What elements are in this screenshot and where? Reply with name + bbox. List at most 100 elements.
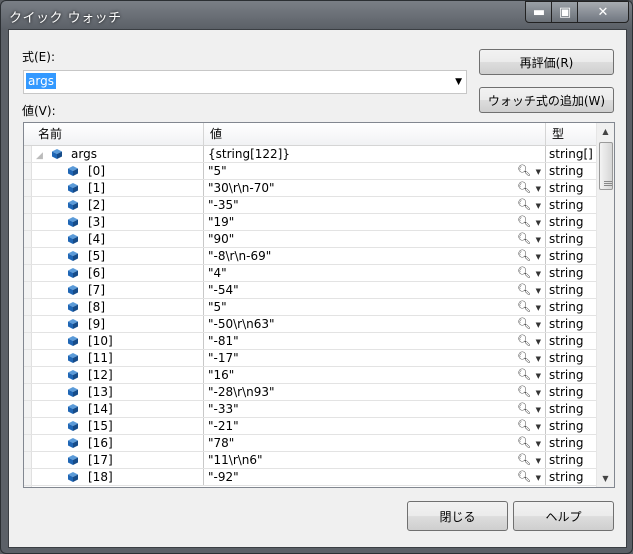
table-row[interactable]: [14] "-33" 🔍︎ ▼ string [24, 401, 596, 418]
magnifier-icon[interactable]: 🔍︎ [517, 401, 531, 417]
value-cell[interactable]: "11\r\n6" 🔍︎ ▼ [204, 452, 546, 468]
expression-combobox[interactable]: args ▼ [23, 70, 467, 94]
table-row[interactable]: [15] "-21" 🔍︎ ▼ string [24, 418, 596, 435]
chevron-down-icon[interactable]: ▼ [536, 351, 541, 366]
vertical-scrollbar[interactable]: ▲ ▼ [596, 123, 614, 487]
magnifier-icon[interactable]: 🔍︎ [517, 282, 531, 298]
chevron-down-icon[interactable]: ▼ [536, 453, 541, 468]
value-cell[interactable]: "78" 🔍︎ ▼ [204, 435, 546, 451]
value-cell[interactable]: "-35" 🔍︎ ▼ [204, 197, 546, 213]
table-row[interactable]: [3] "19" 🔍︎ ▼ string [24, 214, 596, 231]
root-value-cell[interactable]: {string[122]} [204, 146, 546, 162]
table-row[interactable]: [10] "-81" 🔍︎ ▼ string [24, 333, 596, 350]
table-row[interactable]: [12] "16" 🔍︎ ▼ string [24, 367, 596, 384]
chevron-down-icon[interactable]: ▼ [536, 266, 541, 281]
expression-value[interactable]: args [26, 73, 56, 89]
chevron-down-icon[interactable]: ▼ [455, 77, 462, 87]
table-row[interactable]: [7] "-54" 🔍︎ ▼ string [24, 282, 596, 299]
title-bar[interactable]: クイック ウォッチ ▬ ▣ ✕ [1, 1, 632, 29]
value-cell[interactable]: "5" 🔍︎ ▼ [204, 299, 546, 315]
chevron-down-icon[interactable]: ▼ [536, 181, 541, 196]
magnifier-icon[interactable]: 🔍︎ [517, 248, 531, 264]
value-cell[interactable]: "16" 🔍︎ ▼ [204, 367, 546, 383]
table-row[interactable]: [6] "4" 🔍︎ ▼ string [24, 265, 596, 282]
column-header-name[interactable]: 名前 [24, 123, 204, 145]
scroll-down-icon[interactable]: ▼ [597, 470, 614, 487]
chevron-down-icon[interactable]: ▼ [536, 368, 541, 383]
table-row[interactable]: [0] "5" 🔍︎ ▼ string [24, 163, 596, 180]
magnifier-icon[interactable]: 🔍︎ [517, 350, 531, 366]
value-cell[interactable]: "-17" 🔍︎ ▼ [204, 350, 546, 366]
chevron-down-icon[interactable]: ▼ [536, 334, 541, 349]
chevron-down-icon[interactable]: ▼ [536, 402, 541, 417]
chevron-down-icon[interactable]: ▼ [536, 419, 541, 434]
table-row[interactable]: [18] "-92" 🔍︎ ▼ string [24, 469, 596, 486]
value-cell[interactable]: "-33" 🔍︎ ▼ [204, 401, 546, 417]
value-cell[interactable]: "-54" 🔍︎ ▼ [204, 282, 546, 298]
column-header-type[interactable]: 型 [546, 123, 596, 145]
table-row[interactable]: [17] "11\r\n6" 🔍︎ ▼ string [24, 452, 596, 469]
value-cell[interactable]: "-21" 🔍︎ ▼ [204, 418, 546, 434]
table-row[interactable]: [8] "5" 🔍︎ ▼ string [24, 299, 596, 316]
chevron-down-icon[interactable]: ▼ [536, 385, 541, 400]
magnifier-icon[interactable]: 🔍︎ [517, 435, 531, 451]
value-cell[interactable]: "4" 🔍︎ ▼ [204, 265, 546, 281]
chevron-down-icon[interactable]: ▼ [536, 164, 541, 179]
scroll-up-icon[interactable]: ▲ [597, 123, 614, 140]
table-row[interactable]: [16] "78" 🔍︎ ▼ string [24, 435, 596, 452]
add-watch-button[interactable]: ウォッチ式の追加(W) [479, 87, 614, 113]
chevron-down-icon[interactable]: ▼ [536, 198, 541, 213]
element-value: "5" [208, 300, 227, 314]
value-cell[interactable]: "19" 🔍︎ ▼ [204, 214, 546, 230]
reevaluate-button[interactable]: 再評価(R) [479, 49, 614, 75]
magnifier-icon[interactable]: 🔍︎ [517, 299, 531, 315]
minimize-button[interactable]: ▬ [525, 1, 553, 23]
chevron-down-icon[interactable]: ▼ [536, 249, 541, 264]
magnifier-icon[interactable]: 🔍︎ [517, 197, 531, 213]
magnifier-icon[interactable]: 🔍︎ [517, 163, 531, 179]
value-cell[interactable]: "-81" 🔍︎ ▼ [204, 333, 546, 349]
magnifier-icon[interactable]: 🔍︎ [517, 384, 531, 400]
maximize-icon: ▣ [558, 4, 572, 20]
magnifier-icon[interactable]: 🔍︎ [517, 265, 531, 281]
chevron-down-icon[interactable]: ▼ [536, 300, 541, 315]
chevron-down-icon[interactable]: ▼ [536, 283, 541, 298]
magnifier-icon[interactable]: 🔍︎ [517, 333, 531, 349]
table-row[interactable]: [5] "-8\r\n-69" 🔍︎ ▼ string [24, 248, 596, 265]
table-row[interactable]: [13] "-28\r\n93" 🔍︎ ▼ string [24, 384, 596, 401]
maximize-button[interactable]: ▣ [551, 1, 579, 23]
magnifier-icon[interactable]: 🔍︎ [517, 180, 531, 196]
magnifier-icon[interactable]: 🔍︎ [517, 316, 531, 332]
chevron-down-icon[interactable]: ▼ [536, 232, 541, 247]
magnifier-icon[interactable]: 🔍︎ [517, 469, 531, 485]
close-button[interactable]: 閉じる [407, 501, 508, 531]
chevron-down-icon[interactable]: ▼ [536, 317, 541, 332]
cube-icon [52, 149, 62, 159]
table-row-root[interactable]: ◢ args {string[122]} string[] [24, 146, 596, 163]
table-row[interactable]: [2] "-35" 🔍︎ ▼ string [24, 197, 596, 214]
scroll-thumb[interactable] [599, 142, 613, 190]
value-cell[interactable]: "-92" 🔍︎ ▼ [204, 469, 546, 485]
value-cell[interactable]: "-50\r\n63" 🔍︎ ▼ [204, 316, 546, 332]
table-row[interactable]: [1] "30\r\n-70" 🔍︎ ▼ string [24, 180, 596, 197]
magnifier-icon[interactable]: 🔍︎ [517, 367, 531, 383]
table-row[interactable]: [4] "90" 🔍︎ ▼ string [24, 231, 596, 248]
table-row[interactable]: [9] "-50\r\n63" 🔍︎ ▼ string [24, 316, 596, 333]
magnifier-icon[interactable]: 🔍︎ [517, 214, 531, 230]
chevron-down-icon[interactable]: ▼ [536, 470, 541, 485]
value-cell[interactable]: "-8\r\n-69" 🔍︎ ▼ [204, 248, 546, 264]
value-cell[interactable]: "90" 🔍︎ ▼ [204, 231, 546, 247]
help-button[interactable]: ヘルプ [513, 501, 614, 531]
column-header-value[interactable]: 値 [204, 123, 546, 145]
table-row[interactable]: [11] "-17" 🔍︎ ▼ string [24, 350, 596, 367]
chevron-down-icon[interactable]: ▼ [536, 436, 541, 451]
value-cell[interactable]: "-28\r\n93" 🔍︎ ▼ [204, 384, 546, 400]
value-cell[interactable]: "30\r\n-70" 🔍︎ ▼ [204, 180, 546, 196]
magnifier-icon[interactable]: 🔍︎ [517, 452, 531, 468]
value-cell[interactable]: "5" 🔍︎ ▼ [204, 163, 546, 179]
magnifier-icon[interactable]: 🔍︎ [517, 231, 531, 247]
close-window-button[interactable]: ✕ [577, 1, 629, 23]
expander-icon[interactable]: ◢ [36, 148, 43, 162]
magnifier-icon[interactable]: 🔍︎ [517, 418, 531, 434]
chevron-down-icon[interactable]: ▼ [536, 215, 541, 230]
